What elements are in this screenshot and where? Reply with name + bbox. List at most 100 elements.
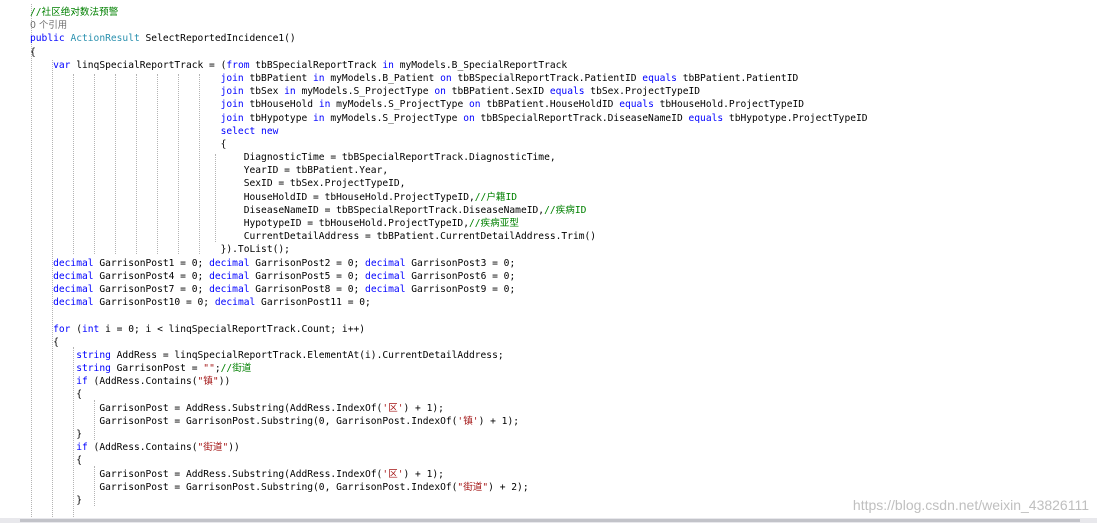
code-editor[interactable]: //社区绝对数法预警 0 个引用 public ActionResult Selec… <box>0 0 1097 523</box>
code-token: decimal <box>53 270 94 282</box>
code-token: HypotypeID = tbHouseHold.ProjectTypeID, <box>243 218 469 229</box>
code-token: ) + 1); <box>403 468 444 480</box>
code-line[interactable]: //社区绝对数法预警 <box>30 6 1097 19</box>
code-token: tbHypotype.ProjectTypeID <box>723 112 868 124</box>
code-token: ) + 1); <box>478 415 520 427</box>
code-token: on <box>434 86 446 98</box>
code-token: "" <box>203 363 215 375</box>
code-token: tbHouseHold <box>243 99 319 111</box>
code-line[interactable]: join tbSex in myModels.S_ProjectType on … <box>30 85 1097 98</box>
code-line[interactable]: decimal GarrisonPost7 = 0; decimal Garri… <box>30 283 1097 296</box>
code-line[interactable]: GarrisonPost = GarrisonPost.Substring(0,… <box>30 481 1097 494</box>
code-line[interactable]: }).ToList(); <box>30 243 1097 256</box>
code-token: '区' <box>382 402 404 414</box>
code-line[interactable]: decimal GarrisonPost1 = 0; decimal Garri… <box>30 257 1097 270</box>
scrollbar-thumb[interactable] <box>20 519 1080 522</box>
code-line[interactable]: HouseHoldID = tbHouseHold.ProjectTypeID,… <box>30 191 1097 204</box>
code-token: GarrisonPost1 = 0; <box>93 257 210 269</box>
code-line[interactable]: DiagnosticTime = tbBSpecialReportTrack.D… <box>30 151 1097 164</box>
code-token: { <box>76 455 82 467</box>
code-token: GarrisonPost8 = 0; <box>249 283 366 295</box>
code-line[interactable] <box>30 309 1097 322</box>
code-token: tbBSpecialReportTrack.PatientID <box>451 72 643 84</box>
code-token: equals <box>619 99 654 111</box>
code-line[interactable]: DiseaseNameID = tbBSpecialReportTrack.Di… <box>30 204 1097 217</box>
code-line[interactable]: select new <box>30 125 1097 138</box>
code-token: equals <box>549 86 585 98</box>
horizontal-scrollbar[interactable] <box>0 518 1097 523</box>
code-token: HouseHoldID = tbHouseHold.ProjectTypeID, <box>243 191 475 203</box>
code-token: in <box>313 112 325 124</box>
code-line[interactable]: } <box>30 428 1097 441</box>
code-line[interactable]: 0 个引用 <box>30 19 1097 32</box>
code-token: //疾病ID <box>544 204 587 216</box>
code-token: equals <box>688 112 724 124</box>
code-line[interactable]: var linqSpecialReportTrack = (from tbBSp… <box>30 59 1097 72</box>
code-token: } <box>76 494 82 506</box>
code-token: tbBSpecialReportTrack.DiseaseNameID <box>474 112 689 124</box>
code-line[interactable]: decimal GarrisonPost10 = 0; decimal Garr… <box>30 296 1097 309</box>
code-token: i = 0; i < linqSpecialReportTrack.Count;… <box>99 323 366 335</box>
code-line[interactable]: { <box>30 138 1097 151</box>
code-line[interactable]: string AddRess = linqSpecialReportTrack.… <box>30 349 1097 362</box>
code-line[interactable]: join tbHouseHold in myModels.S_ProjectTy… <box>30 98 1097 111</box>
code-token: on <box>463 112 475 124</box>
code-line[interactable]: GarrisonPost = AddRess.Substring(AddRess… <box>30 402 1097 415</box>
watermark: https://blog.csdn.net/weixin_43826111 <box>852 497 1089 513</box>
code-token: var <box>53 59 71 71</box>
code-token: } <box>76 429 82 440</box>
code-line[interactable]: { <box>30 336 1097 349</box>
code-token: myModels.S_ProjectType <box>324 112 464 124</box>
code-token: decimal <box>209 270 250 282</box>
code-line[interactable]: for (int i = 0; i < linqSpecialReportTra… <box>30 323 1097 336</box>
code-token: string <box>76 349 111 361</box>
code-line[interactable]: if (AddRess.Contains("街道")) <box>30 441 1097 454</box>
code-line[interactable]: public ActionResult SelectReportedIncide… <box>30 32 1097 45</box>
code-line[interactable]: CurrentDetailAddress = tbBPatient.Curren… <box>30 230 1097 243</box>
code-line[interactable]: YearID = tbBPatient.Year, <box>30 164 1097 177</box>
code-token: from <box>226 59 250 71</box>
code-token[interactable]: 0 个引用 <box>30 20 67 31</box>
code-line[interactable]: decimal GarrisonPost4 = 0; decimal Garri… <box>30 270 1097 283</box>
code-line[interactable]: join tbBPatient in myModels.B_Patient on… <box>30 72 1097 85</box>
code-token: myModels.B_SpecialReportTrack <box>393 59 568 71</box>
code-line[interactable]: GarrisonPost = GarrisonPost.Substring(0,… <box>30 415 1097 428</box>
code-line[interactable]: HypotypeID = tbHouseHold.ProjectTypeID,/… <box>30 217 1097 230</box>
code-line[interactable]: { <box>30 454 1097 467</box>
code-line[interactable]: SexID = tbSex.ProjectTypeID, <box>30 177 1097 190</box>
code-token: GarrisonPost = <box>110 363 204 375</box>
code-token: equals <box>642 72 677 84</box>
code-line[interactable]: GarrisonPost = AddRess.Substring(AddRess… <box>30 468 1097 481</box>
code-token: for <box>53 323 71 335</box>
code-token: decimal <box>365 257 406 269</box>
code-line[interactable]: join tbHypotype in myModels.S_ProjectTyp… <box>30 112 1097 125</box>
code-token: tbSex.ProjectTypeID <box>584 86 701 98</box>
code-line[interactable]: string GarrisonPost = "";//街道 <box>30 362 1097 375</box>
code-token: if <box>76 376 88 388</box>
code-area[interactable]: //社区绝对数法预警 0 个引用 public ActionResult Selec… <box>30 6 1097 507</box>
code-line[interactable]: { <box>30 388 1097 401</box>
code-line[interactable]: { <box>30 46 1097 59</box>
code-token: GarrisonPost7 = 0; <box>93 283 210 295</box>
code-line[interactable]: if (AddRess.Contains("镇")) <box>30 375 1097 388</box>
code-token: tbBPatient.SexID <box>445 86 550 98</box>
code-token: DiagnosticTime = tbBSpecialReportTrack.D… <box>243 152 556 164</box>
code-token: in <box>313 72 325 84</box>
